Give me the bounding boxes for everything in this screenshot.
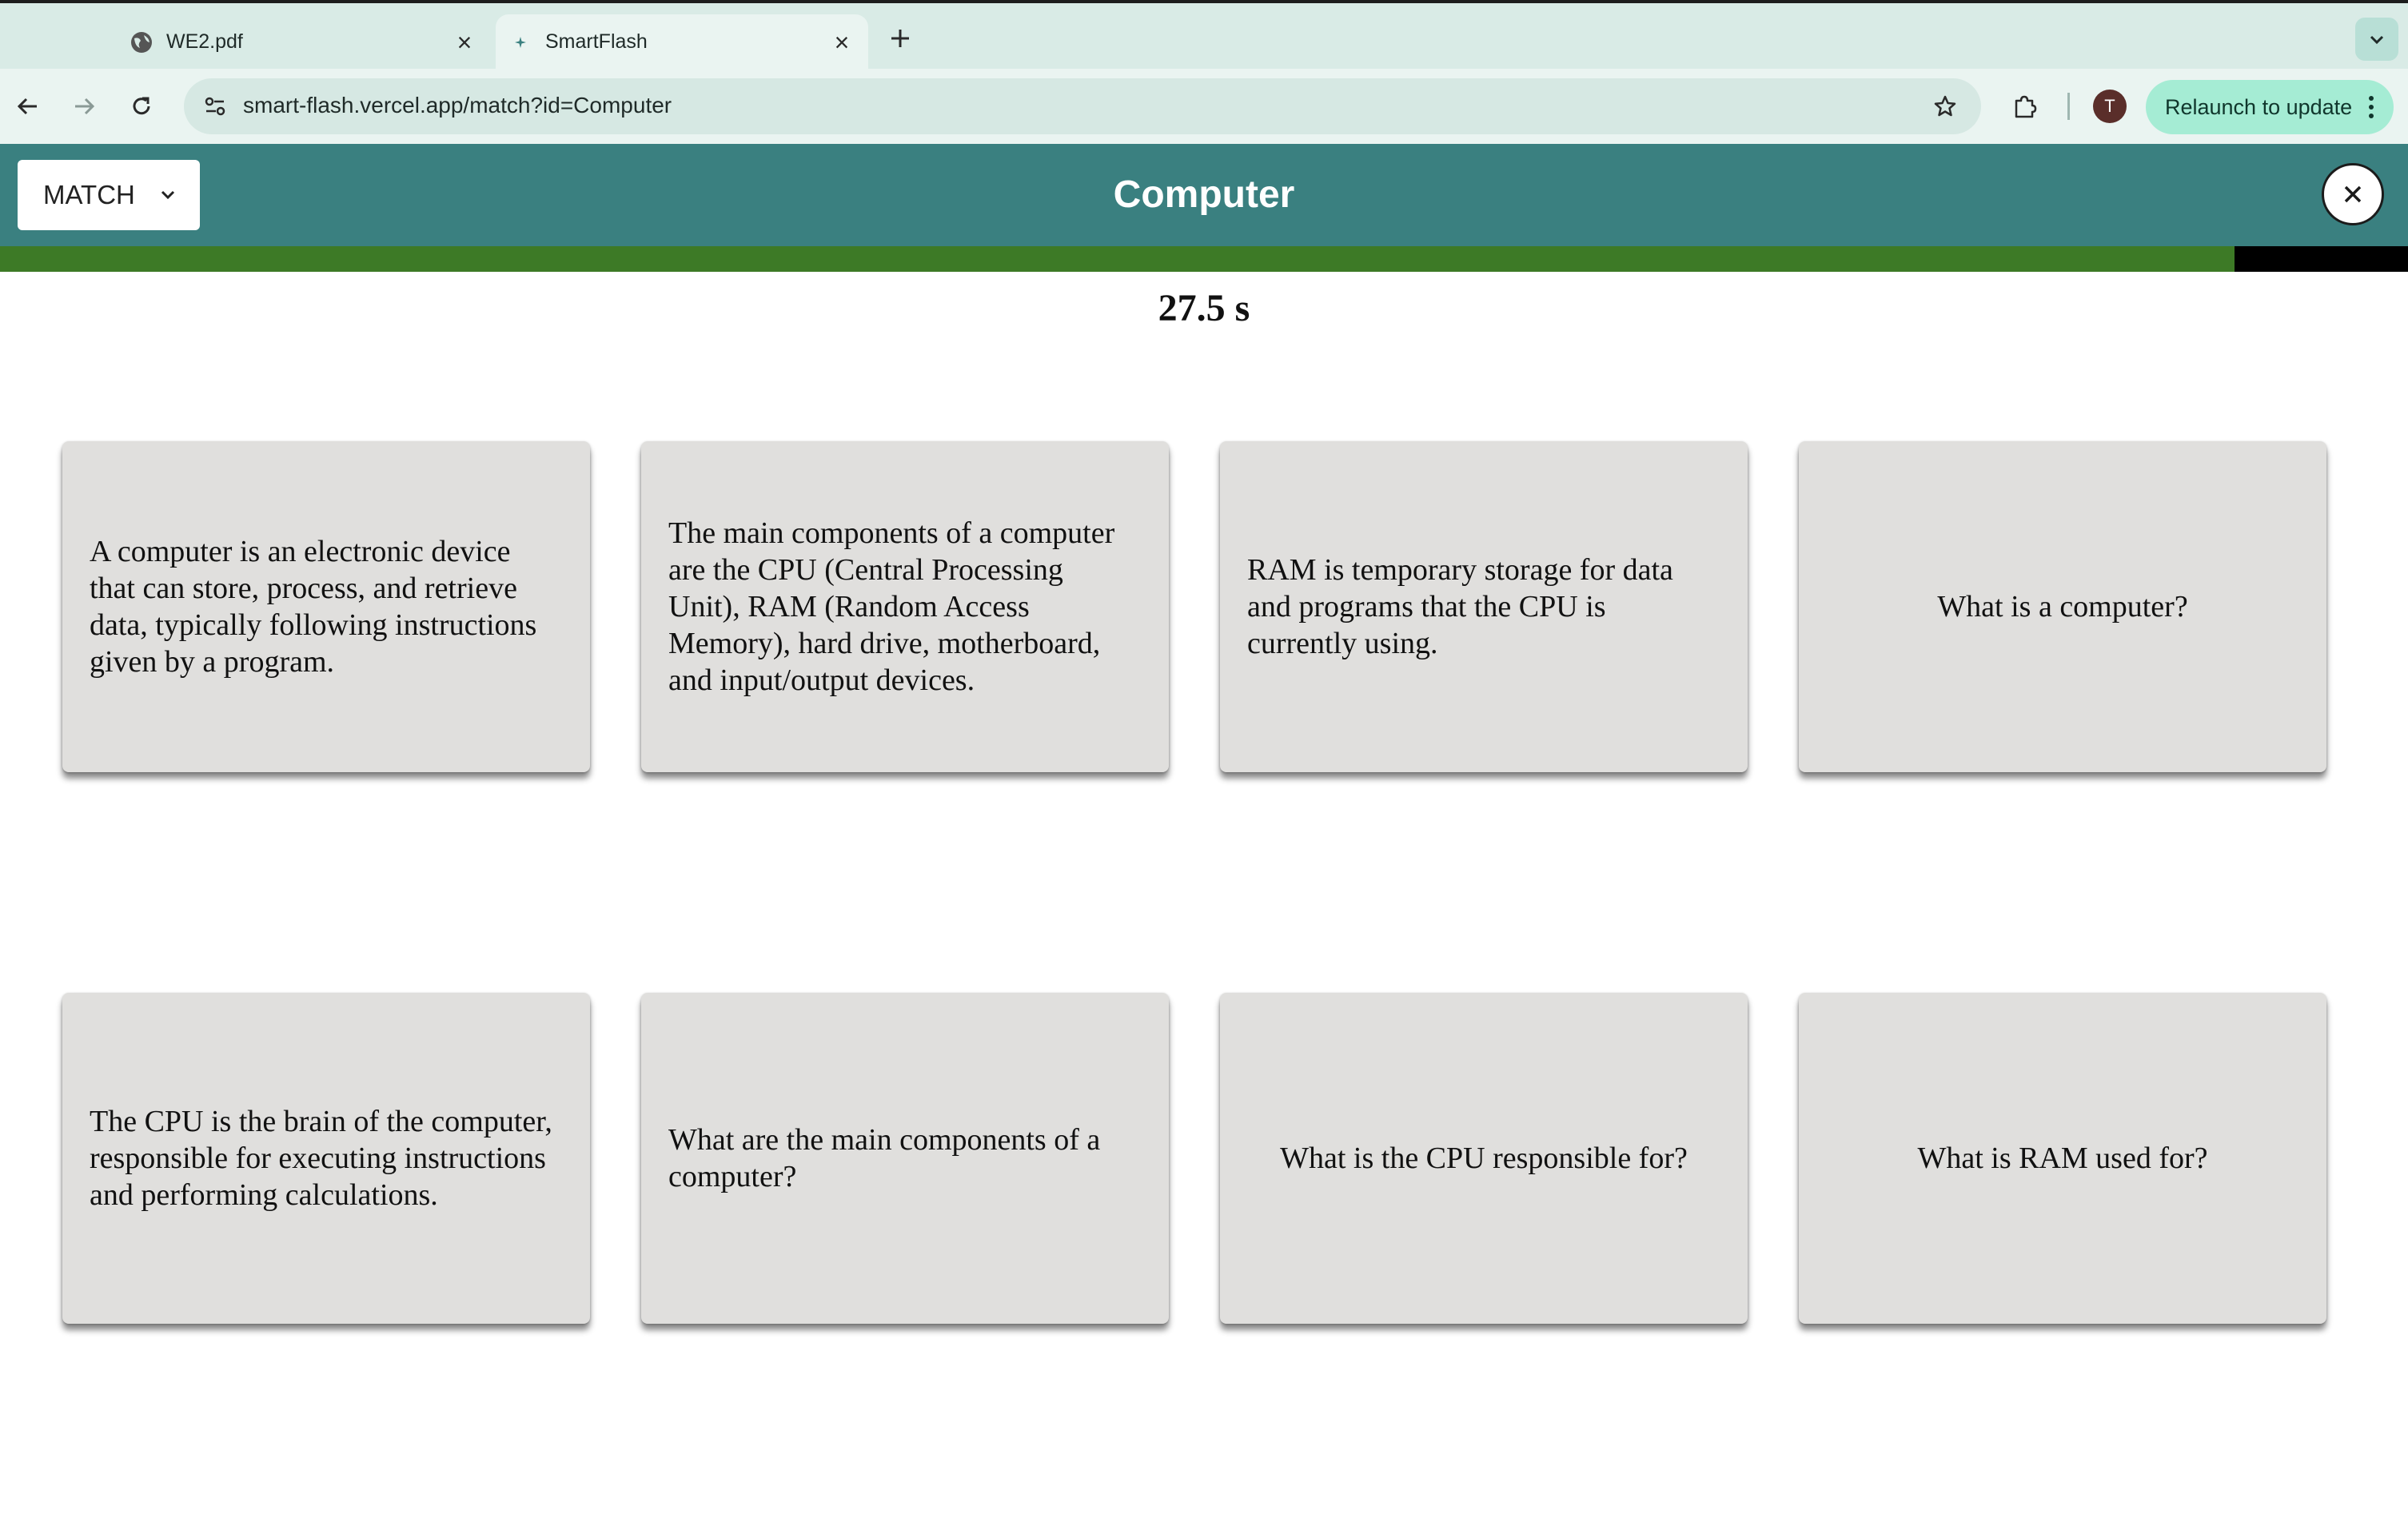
- card-text: What is a computer?: [1937, 590, 2188, 624]
- match-card[interactable]: What is RAM used for?: [1799, 993, 2326, 1324]
- tab-strip: WE2.pdf × SmartFlash ×: [0, 0, 2408, 72]
- close-icon: [2344, 185, 2362, 203]
- tab-title: WE2.pdf: [166, 30, 243, 53]
- card-text: What are the main components of a comput…: [668, 1123, 1101, 1193]
- relaunch-label: Relaunch to update: [2165, 94, 2353, 119]
- tab-title: SmartFlash: [545, 30, 648, 53]
- profile-avatar[interactable]: T: [2093, 90, 2127, 123]
- arrow-left-icon: [17, 98, 37, 115]
- card-text: The CPU is the brain of the computer, re…: [90, 1105, 552, 1212]
- tab-smartflash[interactable]: SmartFlash ×: [496, 14, 868, 72]
- close-button[interactable]: [2322, 163, 2384, 225]
- match-card[interactable]: The CPU is the brain of the computer, re…: [62, 993, 590, 1324]
- relaunch-button[interactable]: Relaunch to update: [2146, 80, 2394, 134]
- mode-label: MATCH: [43, 180, 135, 209]
- new-tab-button[interactable]: [884, 21, 916, 56]
- globe-icon: [130, 30, 153, 54]
- toolbar-divider: [2067, 93, 2070, 120]
- tab-we2-pdf[interactable]: WE2.pdf ×: [117, 14, 491, 72]
- card-text: What is the CPU responsible for?: [1280, 1141, 1688, 1175]
- chevron-down-icon: [2370, 35, 2384, 45]
- close-tab-icon[interactable]: ×: [830, 28, 854, 57]
- chevron-down-icon: [161, 190, 175, 200]
- bookmark-star-icon[interactable]: [1925, 86, 1965, 126]
- mode-dropdown[interactable]: MATCH: [18, 160, 200, 230]
- close-tab-icon[interactable]: ×: [452, 28, 476, 57]
- site-info-icon[interactable]: [195, 86, 235, 126]
- url-text: smart-flash.vercel.app/match?id=Computer: [243, 93, 672, 118]
- card-text: RAM is temporary storage for data and pr…: [1247, 553, 1673, 660]
- sparkle-icon: [508, 30, 532, 54]
- timer: 27.5 s: [1158, 287, 1250, 329]
- card-text: The main components of a computer are th…: [668, 516, 1115, 697]
- more-menu-icon[interactable]: [2362, 91, 2381, 123]
- extensions-button[interactable]: [2005, 86, 2045, 126]
- browser-toolbar: smart-flash.vercel.app/match?id=Computer…: [0, 69, 2408, 144]
- match-card[interactable]: What are the main components of a comput…: [641, 993, 1169, 1324]
- address-bar[interactable]: smart-flash.vercel.app/match?id=Computer: [184, 78, 1981, 134]
- match-card[interactable]: The main components of a computer are th…: [641, 441, 1169, 772]
- match-card[interactable]: RAM is temporary storage for data and pr…: [1220, 441, 1748, 772]
- puzzle-icon: [2015, 95, 2037, 118]
- match-card[interactable]: A computer is an electronic device that …: [62, 441, 590, 772]
- plus-icon: [891, 30, 909, 47]
- progress-bar: [0, 246, 2408, 272]
- progress-fill: [0, 246, 2235, 272]
- app-header: Computer MATCH: [0, 144, 2408, 246]
- tab-search-button[interactable]: [2355, 18, 2398, 61]
- back-button[interactable]: [8, 86, 48, 126]
- match-card[interactable]: What is a computer?: [1799, 441, 2326, 772]
- match-card[interactable]: What is the CPU responsible for?: [1220, 993, 1748, 1324]
- reload-icon: [133, 97, 150, 115]
- deck-title: Computer: [1113, 173, 1295, 216]
- forward-button[interactable]: [64, 86, 104, 126]
- reload-button[interactable]: [122, 86, 161, 126]
- arrow-right-icon: [75, 98, 95, 115]
- card-text: A computer is an electronic device that …: [90, 535, 537, 679]
- card-text: What is RAM used for?: [1917, 1141, 2208, 1175]
